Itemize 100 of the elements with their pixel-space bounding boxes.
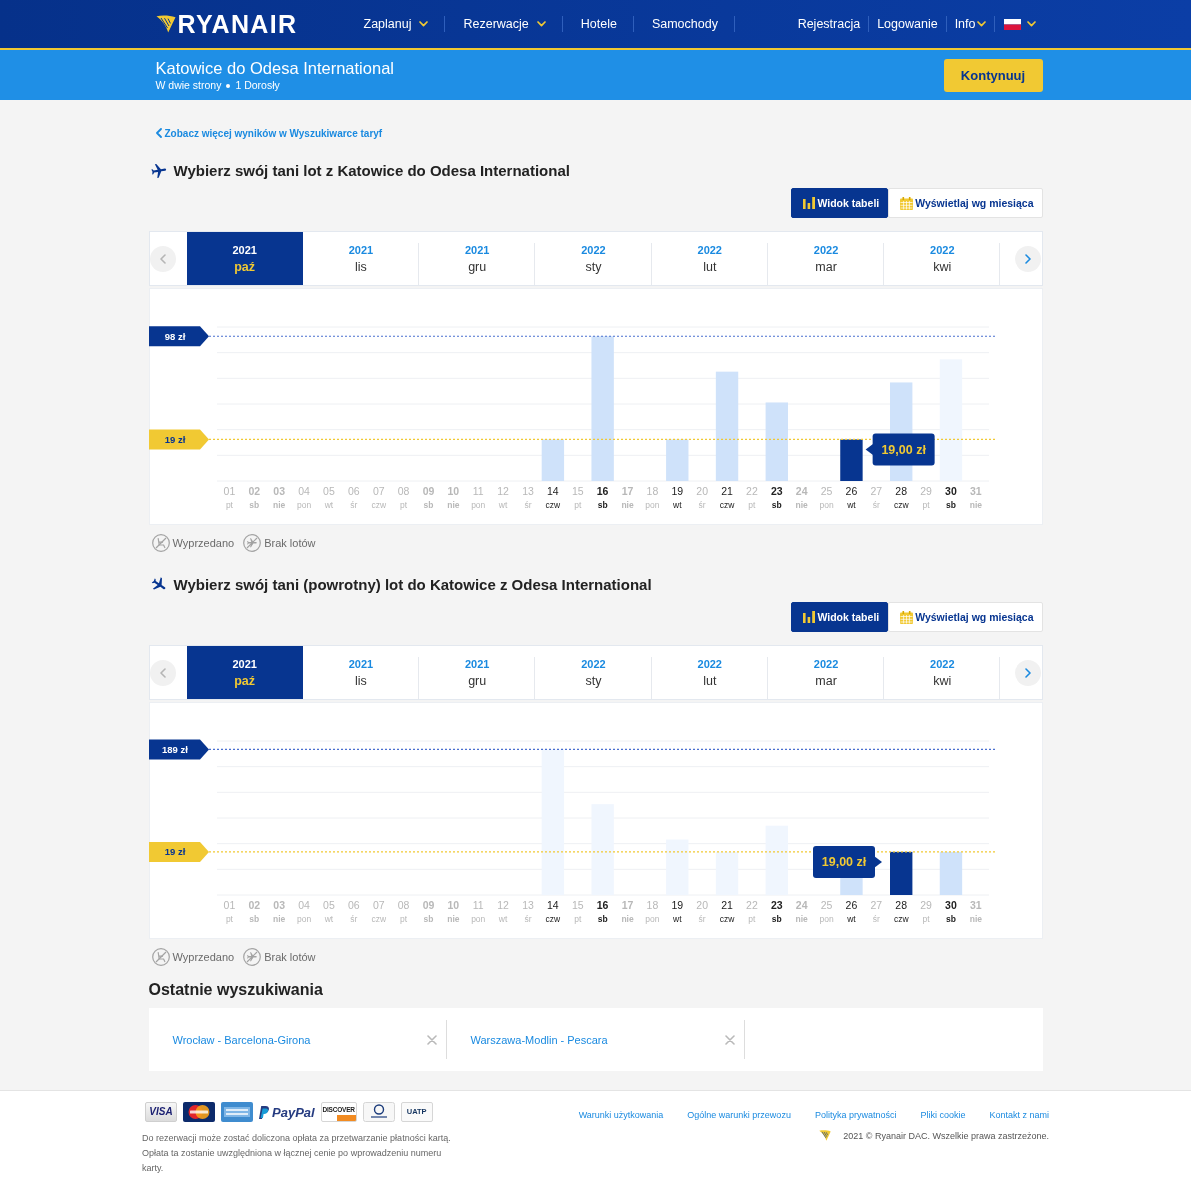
- next-month-button[interactable]: [1015, 245, 1042, 272]
- view-toggle-button[interactable]: Widok tabeli: [791, 602, 889, 632]
- logo-link[interactable]: RYANAIR: [155, 11, 314, 37]
- day-number: 17: [621, 899, 633, 911]
- weekday-label: wt: [324, 499, 333, 510]
- price-tooltip: 19,00 zł: [865, 433, 935, 466]
- caret-icon: [1026, 21, 1036, 27]
- month-tab[interactable]: 2021 paź: [186, 232, 303, 285]
- weekday-label: śr: [698, 913, 706, 924]
- weekday-label: pt: [747, 499, 755, 510]
- weekday-label: czw: [370, 913, 386, 924]
- section-title: Wybierz swój tani (powrotny) lot do Katowice z Odesa International: [173, 576, 652, 594]
- recent-search-link[interactable]: Wrocław - Barcelona-Girona: [172, 1033, 311, 1046]
- month-tab[interactable]: 2022 lut: [651, 232, 768, 285]
- plane-icon: [150, 163, 167, 179]
- day-number: 22: [745, 485, 758, 497]
- weekday-label: pon: [644, 499, 659, 510]
- price-tooltip: 19,00 zł: [812, 845, 882, 878]
- nav-link[interactable]: Samochody: [633, 16, 735, 32]
- footer-link[interactable]: Kontakt z nami: [989, 1110, 1049, 1120]
- month-tab[interactable]: 2022 mar: [767, 232, 885, 285]
- day-number: 07: [372, 485, 385, 497]
- view-toggle-button[interactable]: Wyświetlaj wg miesiąca: [888, 602, 1043, 632]
- legend-label: Brak lotów: [264, 951, 316, 963]
- price-bar[interactable]: [889, 851, 912, 895]
- nav-link[interactable]: Info: [946, 16, 995, 32]
- trip-detail: W dwie strony: [155, 79, 222, 92]
- day-number: 25: [820, 485, 832, 497]
- view-toggle-button[interactable]: Wyświetlaj wg miesiąca: [888, 188, 1043, 218]
- month-tab[interactable]: 2021 lis: [302, 232, 420, 285]
- dot-icon: [226, 83, 231, 88]
- weekday-label: nie: [969, 499, 982, 510]
- legend-label: Wyprzedano: [172, 951, 235, 963]
- month-tab[interactable]: 2022 lut: [651, 646, 768, 699]
- weekday-label: pon: [818, 499, 834, 510]
- day-number: 05: [322, 899, 335, 911]
- weekday-label: pon: [470, 499, 485, 510]
- footer-link[interactable]: Pliki cookie: [920, 1110, 966, 1120]
- chevron-right-icon: [1025, 253, 1032, 264]
- month-tab[interactable]: 2021 lis: [302, 646, 420, 699]
- day-number: 29: [919, 485, 932, 497]
- month-tab[interactable]: 2021 gru: [419, 232, 536, 285]
- continue-button[interactable]: Kontynuuj: [943, 58, 1043, 92]
- close-icon[interactable]: [724, 1034, 735, 1045]
- footer-link[interactable]: Polityka prywatności: [814, 1110, 897, 1120]
- weekday-label: pt: [225, 913, 233, 924]
- footer-link[interactable]: Warunki użytkowania: [578, 1110, 664, 1120]
- nav-link[interactable]: Rezerwacje: [445, 16, 563, 32]
- day-number: 31: [969, 485, 982, 497]
- weekday-label: nie: [795, 913, 808, 924]
- day-number: 17: [621, 485, 633, 497]
- weekday-label: sb: [423, 913, 433, 924]
- month-tab[interactable]: 2022 kwi: [884, 232, 1001, 285]
- weekday-label: wt: [672, 913, 682, 924]
- day-number: 04: [297, 899, 310, 911]
- day-number: 16: [596, 899, 608, 911]
- day-number: 09: [422, 485, 434, 497]
- flag-icon: [1003, 18, 1021, 30]
- day-number: 07: [372, 899, 385, 911]
- weekday-label: pon: [470, 913, 485, 924]
- day-number: 05: [322, 485, 335, 497]
- day-number: 14: [546, 485, 559, 497]
- day-number: 14: [546, 899, 559, 911]
- day-number: 26: [845, 485, 857, 497]
- day-number: 06: [347, 899, 360, 911]
- nav-link[interactable]: Rejestracja: [789, 16, 870, 32]
- card-logo-icon: [221, 1102, 253, 1122]
- next-month-button[interactable]: [1015, 659, 1042, 686]
- weekday-label: sb: [597, 913, 608, 924]
- weekday-label: sb: [771, 499, 782, 510]
- weekday-label: nie: [620, 913, 634, 924]
- nav-link[interactable]: Hotele: [562, 16, 634, 32]
- harp-icon: [155, 15, 176, 33]
- month-tab[interactable]: 2022 sty: [535, 646, 652, 699]
- weekday-label: pt: [573, 499, 581, 510]
- nav-link[interactable]: Zaplanuj: [363, 16, 446, 32]
- month-tab[interactable]: 2022 kwi: [884, 646, 1001, 699]
- month-tab[interactable]: 2021 paź: [186, 646, 303, 699]
- day-number: 30: [944, 899, 957, 911]
- price-bar[interactable]: [839, 439, 863, 481]
- weekday-label: pt: [922, 913, 930, 924]
- recent-search-link[interactable]: Warszawa-Modlin - Pescara: [470, 1033, 608, 1046]
- close-icon[interactable]: [426, 1034, 437, 1045]
- nav-link[interactable]: Logowanie: [869, 16, 947, 32]
- day-number: 24: [795, 485, 807, 497]
- month-tab[interactable]: 2021 gru: [419, 646, 536, 699]
- footer-link[interactable]: Ogólne warunki przewozu: [687, 1110, 791, 1120]
- weekday-label: czw: [893, 913, 908, 924]
- day-number: 18: [646, 485, 658, 497]
- month-tab[interactable]: 2022 mar: [767, 646, 885, 699]
- weekday-label: pt: [573, 913, 581, 924]
- weekday-label: śr: [872, 499, 880, 510]
- crossed-seat-icon: [151, 534, 170, 552]
- crossed-plane-icon: [243, 534, 262, 552]
- view-toggle-button[interactable]: Widok tabeli: [791, 188, 889, 218]
- day-number: 08: [397, 485, 409, 497]
- weekday-label: pt: [747, 913, 755, 924]
- legend-label: Wyprzedano: [172, 537, 235, 549]
- harp-icon: [819, 1130, 832, 1141]
- month-tab[interactable]: 2022 sty: [535, 232, 652, 285]
